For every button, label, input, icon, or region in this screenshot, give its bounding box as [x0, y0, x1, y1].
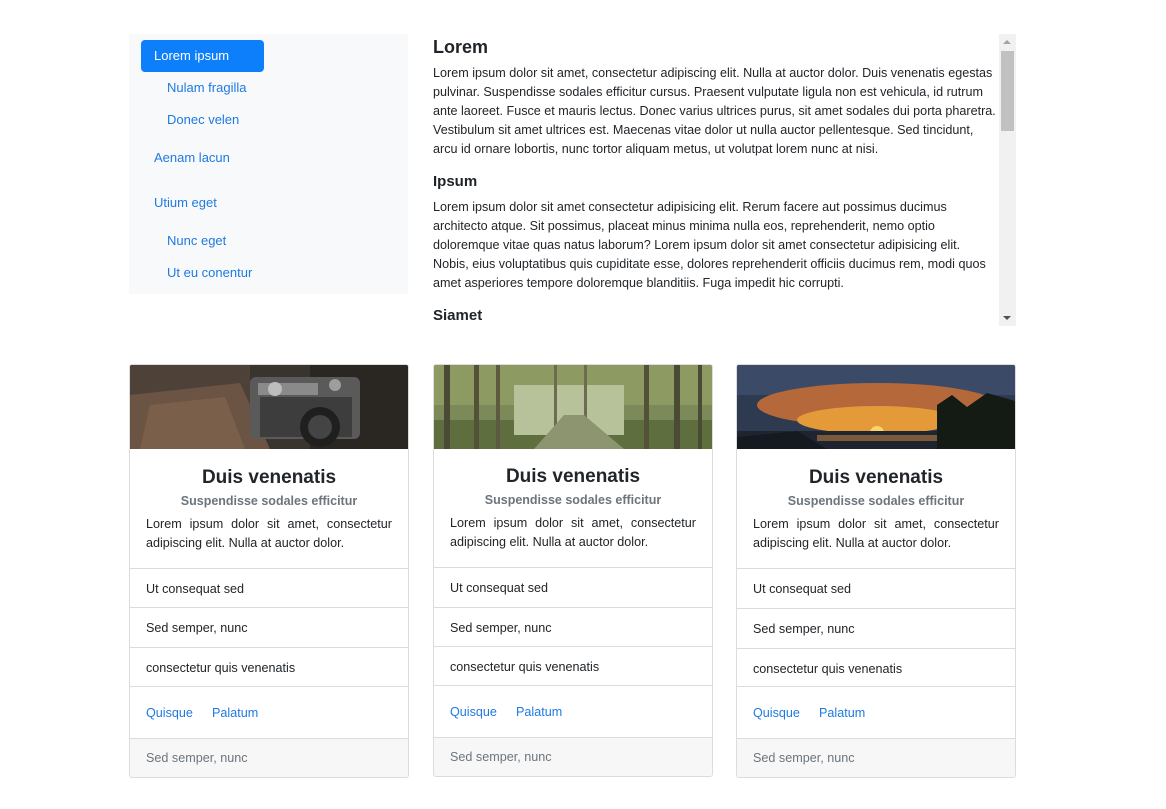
- card-links: Quisque Palatum: [737, 686, 1015, 738]
- nav-link-lorem-ipsum[interactable]: Lorem ipsum: [141, 40, 264, 72]
- card-link-quisque[interactable]: Quisque: [450, 686, 497, 738]
- list-item: Ut consequat sed: [737, 568, 1015, 608]
- card-title: Duis venenatis: [808, 467, 944, 488]
- card-image-camera: [130, 365, 408, 449]
- card-links: Quisque Palatum: [434, 685, 712, 737]
- scroll-down-arrow-icon[interactable]: [1003, 316, 1011, 320]
- card-link-quisque[interactable]: Quisque: [753, 687, 800, 739]
- card-image-sunset: [737, 365, 1015, 449]
- content-scrollbar[interactable]: [999, 34, 1016, 326]
- list-item: consectetur quis venenatis: [434, 646, 712, 686]
- card-forest: Duis venenatis Suspendisse sodales effic…: [433, 364, 713, 777]
- section-text-lorem: Lorem ipsum dolor sit amet, consectetur …: [433, 66, 996, 156]
- scrollbar-thumb[interactable]: [1001, 51, 1014, 131]
- card-text: Lorem ipsum dolor sit amet, consectetur …: [753, 517, 999, 550]
- list-item: Sed semper, nunc: [434, 607, 712, 647]
- card-title: Duis venenatis: [505, 466, 641, 487]
- card-title: Duis venenatis: [201, 467, 337, 488]
- list-item: consectetur quis venenatis: [130, 647, 408, 687]
- card-sunset: Duis venenatis Suspendisse sodales effic…: [736, 364, 1016, 778]
- card-links: Quisque Palatum: [130, 686, 408, 738]
- card-text: Lorem ipsum dolor sit amet, consectetur …: [146, 517, 392, 550]
- card-footer: Sed semper, nunc: [130, 738, 408, 777]
- nav-link-ut-eu-conentur[interactable]: Ut eu conentur: [167, 264, 252, 282]
- list-item: Ut consequat sed: [130, 568, 408, 608]
- section-heading-ipsum: Ipsum: [433, 173, 478, 190]
- card-camera: Duis venenatis Suspendisse sodales effic…: [129, 364, 409, 778]
- list-item: Ut consequat sed: [434, 567, 712, 607]
- card-image-forest: [434, 365, 712, 449]
- scrollspy-content[interactable]: Lorem Lorem ipsum dolor sit amet, consec…: [433, 34, 999, 326]
- card-link-quisque[interactable]: Quisque: [146, 687, 193, 739]
- list-item: Sed semper, nunc: [130, 607, 408, 647]
- card-link-palatum[interactable]: Palatum: [516, 686, 562, 738]
- list-item: consectetur quis venenatis: [737, 648, 1015, 688]
- nav-link-donec-velen[interactable]: Donec velen: [167, 111, 239, 129]
- list-item: Sed semper, nunc: [737, 608, 1015, 648]
- section-heading-siamet: Siamet: [433, 307, 483, 324]
- card-subtitle: Suspendisse sodales efficitur: [180, 494, 358, 508]
- scrollspy-section: Lorem ipsum Nulam fragilla Donec velen A…: [0, 0, 1166, 340]
- section-text-ipsum: Lorem ipsum dolor sit amet consectetur a…: [433, 200, 986, 290]
- card-footer: Sed semper, nunc: [737, 738, 1015, 777]
- card-subtitle: Suspendisse sodales efficitur: [484, 493, 662, 507]
- section-heading-lorem: Lorem: [433, 37, 489, 57]
- sidebar-nav: Lorem ipsum Nulam fragilla Donec velen A…: [129, 34, 408, 294]
- card-link-palatum[interactable]: Palatum: [212, 687, 258, 739]
- card-subtitle: Suspendisse sodales efficitur: [787, 494, 965, 508]
- card-footer: Sed semper, nunc: [434, 737, 712, 776]
- nav-link-nulam-fragilla[interactable]: Nulam fragilla: [167, 79, 246, 97]
- card-text: Lorem ipsum dolor sit amet, consectetur …: [450, 516, 696, 549]
- nav-link-nunc-eget[interactable]: Nunc eget: [167, 232, 226, 250]
- nav-link-aenam-lacun[interactable]: Aenam lacun: [154, 149, 230, 167]
- nav-link-utium-eget[interactable]: Utium eget: [154, 194, 217, 212]
- scroll-up-arrow-icon[interactable]: [1003, 40, 1011, 44]
- card-link-palatum[interactable]: Palatum: [819, 687, 865, 739]
